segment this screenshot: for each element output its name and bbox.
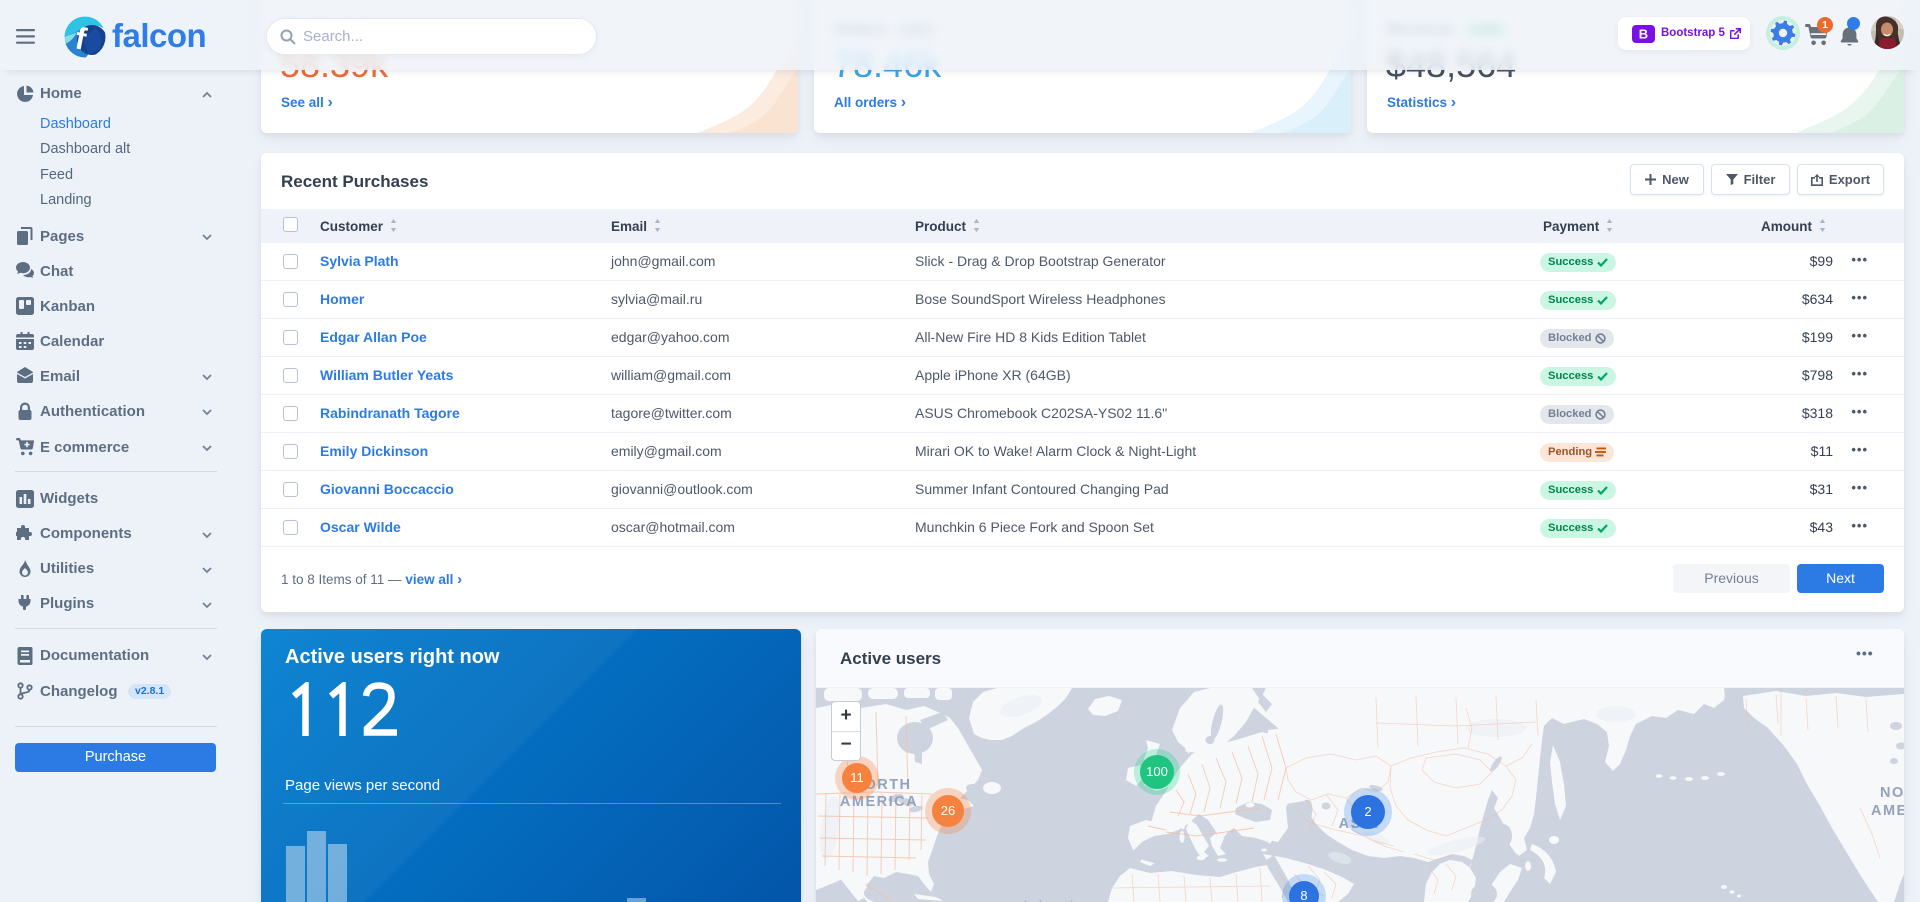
svg-text:NORTH: NORTH — [1880, 785, 1904, 801]
svg-text:AMERICA: AMERICA — [1871, 803, 1904, 819]
svg-text:B: B — [1639, 27, 1648, 42]
svg-text:Atlantic: Atlantic — [1019, 898, 1084, 902]
